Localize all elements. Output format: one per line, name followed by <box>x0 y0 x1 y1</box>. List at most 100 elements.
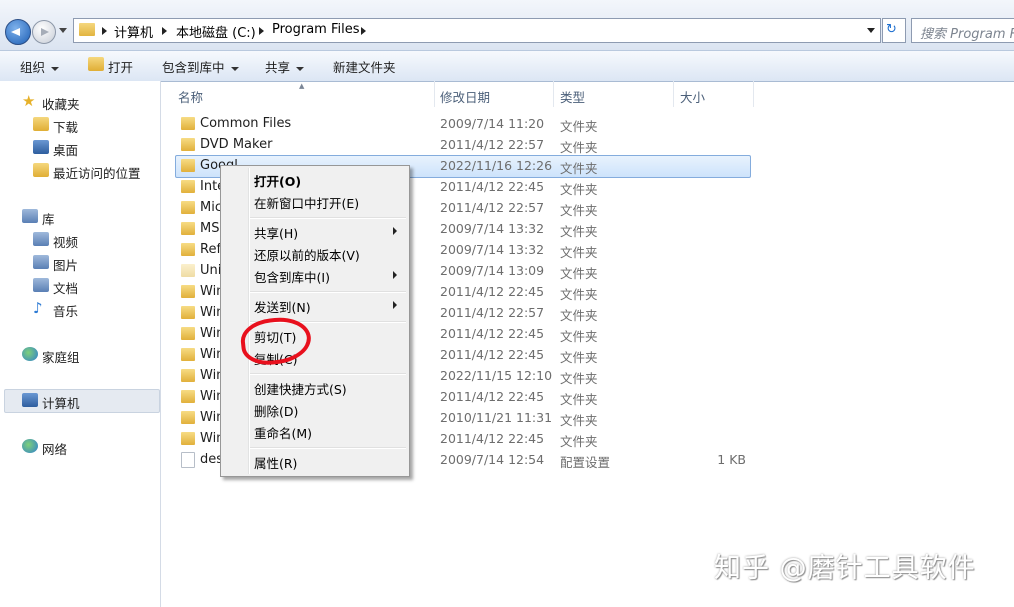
organize-button[interactable]: 组织 <box>20 57 60 76</box>
file-name: Uni <box>200 263 222 278</box>
chevron-right-icon[interactable] <box>361 27 366 35</box>
file-type: 文件夹 <box>560 350 598 365</box>
open-icon <box>88 57 104 71</box>
file-date: 2011/4/12 22:45 <box>440 326 545 341</box>
folder-icon <box>181 180 195 193</box>
menu-item-delete[interactable]: 删除(D) <box>254 401 298 420</box>
chevron-right-icon[interactable] <box>102 27 107 35</box>
address-bar[interactable]: 计算机 本地磁盘 (C:) Program Files <box>73 18 881 43</box>
menu-item-create-shortcut[interactable]: 创建快捷方式(S) <box>254 379 347 398</box>
organize-label: 组织 <box>20 60 46 75</box>
menu-item-properties[interactable]: 属性(R) <box>254 453 297 472</box>
file-date: 2011/4/12 22:45 <box>440 284 545 299</box>
file-date: 2009/7/14 13:32 <box>440 242 545 257</box>
search-input[interactable]: 搜索 Program Files <box>911 18 1014 43</box>
file-type: 文件夹 <box>560 245 598 260</box>
chevron-down-icon <box>51 66 60 71</box>
music-note-icon: ♪ <box>33 299 43 317</box>
desktop-icon <box>33 140 49 154</box>
file-date: 2022/11/16 12:26 <box>440 158 553 173</box>
menu-item-include-library[interactable]: 包含到库中(I) <box>254 267 330 286</box>
file-type: 文件夹 <box>560 140 598 155</box>
command-bar <box>0 50 1014 82</box>
new-folder-button[interactable]: 新建文件夹 <box>333 57 396 76</box>
column-header-type[interactable]: 类型 <box>560 87 585 106</box>
folder-icon <box>181 159 195 172</box>
star-icon: ★ <box>22 92 36 110</box>
file-type: 文件夹 <box>560 203 598 218</box>
recent-pages-dropdown[interactable] <box>59 28 67 33</box>
file-type: 文件夹 <box>560 161 598 176</box>
share-button[interactable]: 共享 <box>265 57 305 76</box>
menu-item-restore-versions[interactable]: 还原以前的版本(V) <box>254 245 360 264</box>
submenu-arrow-icon <box>393 301 397 309</box>
menu-item-send-to[interactable]: 发送到(N) <box>254 297 311 316</box>
recent-places-icon <box>33 163 49 177</box>
folder-icon <box>181 411 195 424</box>
search-placeholder: 搜索 Program Files <box>920 27 1014 42</box>
sidebar-item-recent[interactable]: 最近访问的位置 <box>53 163 141 182</box>
file-date: 2009/7/14 11:20 <box>440 116 545 131</box>
chevron-right-icon[interactable] <box>259 27 264 35</box>
folder-icon <box>181 369 195 382</box>
column-header-size[interactable]: 大小 <box>680 87 705 106</box>
chevron-down-icon <box>230 66 239 71</box>
back-button[interactable] <box>5 19 31 45</box>
address-row: 计算机 本地磁盘 (C:) Program Files ↻ 搜索 Program… <box>0 0 1014 50</box>
submenu-arrow-icon <box>393 271 397 279</box>
sidebar-item-downloads[interactable]: 下载 <box>53 117 78 136</box>
column-divider[interactable] <box>753 81 754 107</box>
file-name: Common Files <box>200 116 292 131</box>
menu-item-rename[interactable]: 重命名(M) <box>254 423 312 442</box>
sort-arrow-icon: ▲ <box>299 82 305 90</box>
sidebar-item-documents[interactable]: 文档 <box>53 278 78 297</box>
chevron-right-icon[interactable] <box>162 27 167 35</box>
menu-item-share[interactable]: 共享(H) <box>254 223 298 242</box>
file-name: DVD Maker <box>200 137 273 152</box>
column-header-name[interactable]: 名称 <box>178 87 203 106</box>
column-divider[interactable] <box>553 81 554 107</box>
file-date: 2011/4/12 22:57 <box>440 137 545 152</box>
file-row[interactable]: DVD Maker 2011/4/12 22:57 文件夹 <box>176 135 750 156</box>
config-file-icon <box>181 452 195 468</box>
breadcrumb-program-files[interactable]: Program Files <box>272 22 360 37</box>
breadcrumb-computer[interactable]: 计算机 <box>114 22 153 41</box>
folder-icon <box>181 390 195 403</box>
navigation-pane <box>0 81 161 607</box>
forward-button[interactable] <box>32 20 56 44</box>
file-type: 文件夹 <box>560 434 598 449</box>
refresh-button[interactable]: ↻ <box>882 18 906 43</box>
file-date: 2011/4/12 22:45 <box>440 179 545 194</box>
computer-icon <box>22 393 38 407</box>
sidebar-item-desktop[interactable]: 桌面 <box>53 140 78 159</box>
sidebar-item-music[interactable]: 音乐 <box>53 301 78 320</box>
watermark-text: 知乎 @磨针工具软件 <box>714 553 976 584</box>
column-divider[interactable] <box>673 81 674 107</box>
menu-separator <box>250 217 406 219</box>
sidebar-item-favorites[interactable]: 收藏夹 <box>42 94 80 113</box>
video-icon <box>33 232 49 246</box>
sidebar-item-computer[interactable]: 计算机 <box>42 393 80 412</box>
sidebar-item-homegroup[interactable]: 家庭组 <box>42 347 80 366</box>
breadcrumb-local-disk[interactable]: 本地磁盘 (C:) <box>176 22 256 41</box>
address-dropdown[interactable] <box>867 28 875 33</box>
sidebar-item-videos[interactable]: 视频 <box>53 232 78 251</box>
file-type: 文件夹 <box>560 308 598 323</box>
menu-item-open[interactable]: 打开(O) <box>254 171 301 190</box>
folder-icon <box>79 23 95 36</box>
file-date: 2011/4/12 22:45 <box>440 389 545 404</box>
open-button[interactable]: 打开 <box>108 57 133 76</box>
folder-icon <box>181 432 195 445</box>
column-divider[interactable] <box>434 81 435 107</box>
column-header-modified[interactable]: 修改日期 <box>440 87 490 106</box>
menu-item-open-new-window[interactable]: 在新窗口中打开(E) <box>254 193 359 212</box>
include-library-button[interactable]: 包含到库中 <box>162 57 239 76</box>
share-label: 共享 <box>265 60 291 75</box>
file-date: 2009/7/14 13:32 <box>440 221 545 236</box>
sidebar-item-libraries[interactable]: 库 <box>42 209 55 228</box>
folder-icon <box>181 201 195 214</box>
include-library-label: 包含到库中 <box>162 60 225 75</box>
sidebar-item-pictures[interactable]: 图片 <box>53 255 78 274</box>
sidebar-item-network[interactable]: 网络 <box>42 439 67 458</box>
file-row[interactable]: Common Files 2009/7/14 11:20 文件夹 <box>176 114 750 135</box>
